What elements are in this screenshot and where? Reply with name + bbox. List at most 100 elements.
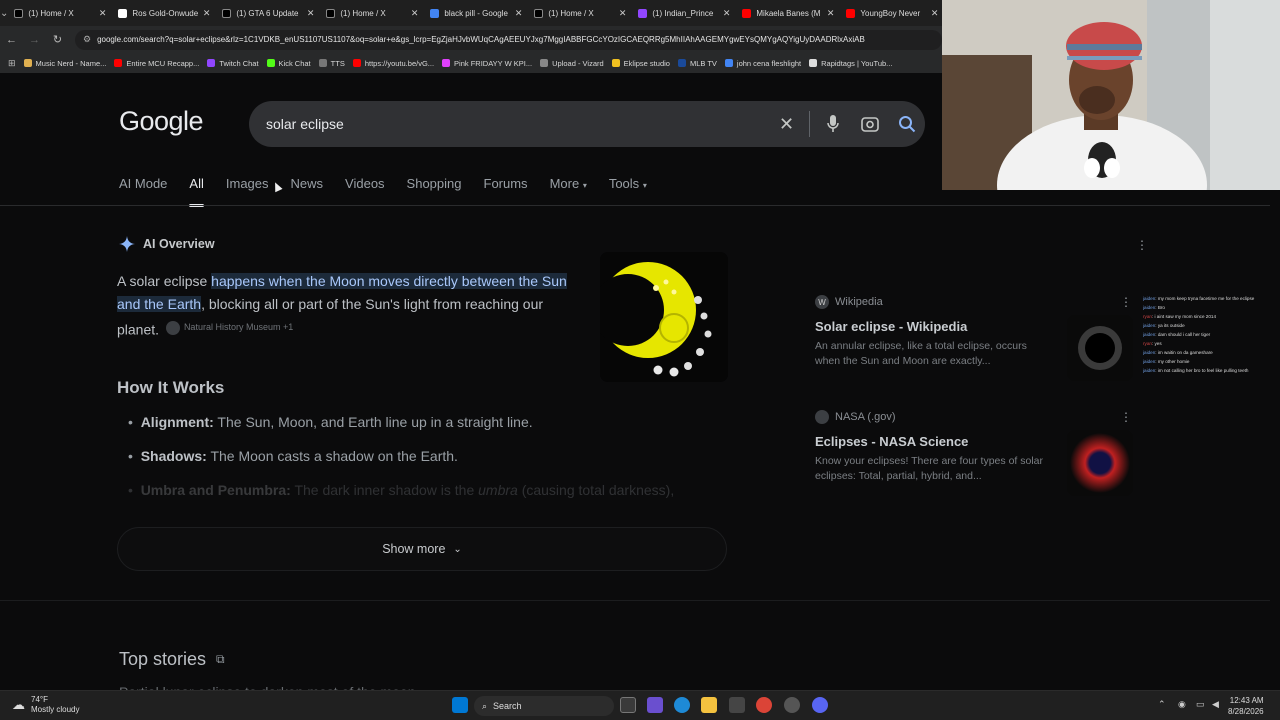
tab-ai-mode[interactable]: AI Mode (119, 176, 167, 196)
search-icon[interactable] (888, 101, 925, 147)
tab-shopping[interactable]: Shopping (407, 176, 462, 196)
browser-tab[interactable]: (1) Home / X ✕ (528, 0, 632, 26)
browser-tab[interactable]: Ros Gold-Onwude ✕ (112, 0, 216, 26)
microphone-tray-icon[interactable]: ◉ (1178, 699, 1186, 710)
bookmark-item[interactable]: Kick Chat (266, 59, 319, 68)
search-box[interactable]: solar eclipse ✕ (249, 101, 925, 147)
source-card-wikipedia[interactable]: W Wikipedia Solar eclipse - Wikipedia An … (815, 295, 1137, 381)
bullet-term: Umbra and Penumbra: (140, 482, 291, 498)
eclipse-image[interactable] (600, 252, 728, 382)
bookmark-item[interactable]: TTS (318, 59, 353, 68)
lens-camera-icon[interactable] (851, 101, 888, 147)
browser-tab[interactable]: (1) Indian_Prince ✕ (632, 0, 736, 26)
browser-tab[interactable]: black pill - Google ✕ (424, 0, 528, 26)
close-tab-icon[interactable]: ✕ (931, 8, 939, 19)
network-icon[interactable]: ▭ (1196, 699, 1205, 710)
top-stories-info-icon[interactable]: ⧉ (216, 652, 225, 667)
webcam-overlay (942, 0, 1280, 190)
chat-text: : my other homie (1155, 359, 1190, 364)
clear-icon[interactable]: ✕ (768, 101, 805, 147)
browser-tab[interactable]: (1) Home / X ✕ (8, 0, 112, 26)
bookmark-item[interactable]: Upload - Vizard (540, 59, 612, 68)
citation-text: Natural History Museum +1 (183, 322, 294, 332)
bookmark-icon (724, 59, 733, 67)
close-tab-icon[interactable]: ✕ (515, 8, 523, 19)
bookmark-item[interactable]: MLB TV (677, 59, 725, 68)
ai-overview-menu-icon[interactable]: ⋮ (1136, 238, 1148, 252)
how-it-works-heading: How It Works (117, 378, 225, 397)
close-tab-icon[interactable]: ✕ (307, 8, 315, 19)
close-tab-icon[interactable]: ✕ (827, 8, 835, 19)
source-menu-icon[interactable]: ⋮ (1120, 410, 1132, 424)
forward-icon[interactable]: → (23, 26, 46, 53)
close-tab-icon[interactable]: ✕ (99, 8, 107, 19)
task-view-icon[interactable] (620, 697, 636, 713)
close-tab-icon[interactable]: ✕ (619, 8, 627, 19)
bookmark-item[interactable]: Rapidtags | YouTub... (809, 59, 900, 68)
tab-tools[interactable]: Tools ▾ (609, 176, 647, 196)
back-icon[interactable]: ← (0, 26, 23, 53)
citation-chip[interactable]: Natural History Museum +1 (165, 316, 294, 339)
tab-more[interactable]: More ▾ (550, 176, 587, 196)
bookmark-item[interactable]: Twitch Chat (207, 59, 266, 68)
browser-tab[interactable]: (1) GTA 6 Update ✕ (216, 0, 320, 26)
browser-tab[interactable]: YoungBoy Never ✕ (840, 0, 944, 26)
x-logo-icon (326, 8, 336, 18)
browser-tab-title: Ros Gold-Onwude (132, 8, 198, 18)
weather-temp: 74°F (31, 695, 48, 704)
bookmark-label: Eklipse studio (623, 58, 670, 68)
bookmark-label: Music Nerd - Name... (35, 58, 107, 68)
tab-all[interactable]: All (189, 176, 205, 207)
bookmark-item[interactable]: Pink FRIDAYY W KPI... (442, 59, 540, 68)
taskbar-search-icon: ⌕ (482, 700, 488, 711)
bookmark-item[interactable]: Music Nerd - Name... (23, 58, 115, 68)
tab-images[interactable]: Images (226, 176, 269, 196)
taskbar-search[interactable]: ⌕ Search (474, 696, 614, 716)
bookmark-item[interactable]: john cena fleshlight (724, 59, 809, 68)
store-icon[interactable] (729, 697, 745, 713)
apps-icon[interactable]: ⊞ (0, 58, 24, 69)
url-field[interactable]: ⚙ google.com/search?q=solar+eclipse&rlz=… (75, 29, 942, 50)
source-card-nasa[interactable]: NASA (.gov) Eclipses - NASA Science Know… (815, 410, 1137, 496)
close-tab-icon[interactable]: ✕ (723, 8, 731, 19)
site-info-icon[interactable]: ⚙ (83, 34, 91, 45)
edge-icon[interactable] (674, 697, 690, 713)
chat-username: jaiden (1143, 359, 1156, 364)
source-menu-icon[interactable]: ⋮ (1120, 295, 1132, 309)
discord-icon[interactable] (812, 697, 828, 713)
wikipedia-eclipse-thumbnail (1067, 315, 1133, 381)
weather-widget[interactable]: ☁ 74°F Mostly cloudy (12, 695, 79, 715)
chat-text: : im not calling her bro to feel like pu… (1155, 368, 1249, 373)
file-explorer-icon[interactable] (701, 697, 717, 713)
obs-icon[interactable] (784, 697, 800, 713)
bookmark-item[interactable]: https://youtu.be/vG... (352, 59, 442, 68)
copilot-icon[interactable] (647, 697, 663, 713)
volume-icon[interactable]: ◀ (1212, 699, 1219, 710)
chat-message: jaiden: dam should i call her tiger (1143, 330, 1279, 339)
browser-tab[interactable]: (1) Home / X ✕ (320, 0, 424, 26)
tray-chevron-icon[interactable]: ⌃ (1158, 699, 1166, 710)
bullet-text: The Moon casts a shadow on the Earth. (206, 448, 458, 464)
tab-search-icon[interactable]: ⌄ (0, 0, 8, 26)
tab-forums[interactable]: Forums (484, 176, 528, 196)
search-input[interactable]: solar eclipse (266, 116, 768, 132)
reload-icon[interactable]: ↻ (46, 26, 69, 53)
windows-start-icon[interactable] (452, 697, 468, 713)
browser-tab-title: (1) Home / X (28, 8, 74, 18)
google-logo[interactable]: Google (119, 106, 204, 137)
show-more-button[interactable]: Show more ⌄ (117, 527, 727, 571)
browser-tab[interactable]: Mikaela Banes (M ✕ (736, 0, 840, 26)
tab-news[interactable]: News (291, 176, 324, 196)
bookmark-item[interactable]: Eklipse studio (611, 58, 678, 68)
clock[interactable]: 12:43 AM 8/28/2026 (1228, 695, 1264, 717)
close-tab-icon[interactable]: ✕ (411, 8, 419, 19)
bookmark-icon (677, 59, 686, 67)
chrome-icon[interactable] (756, 697, 772, 713)
tab-videos[interactable]: Videos (345, 176, 385, 196)
stream-chat-overlay: jaiden: my mom keep tryna facetime me fo… (1143, 294, 1279, 375)
close-tab-icon[interactable]: ✕ (203, 8, 211, 19)
microphone-icon[interactable] (814, 101, 851, 147)
browser-tab-title: YoungBoy Never (860, 8, 921, 18)
chat-username: jaiden (1143, 296, 1156, 301)
bookmark-item[interactable]: Entire MCU Recapp... (114, 59, 207, 68)
